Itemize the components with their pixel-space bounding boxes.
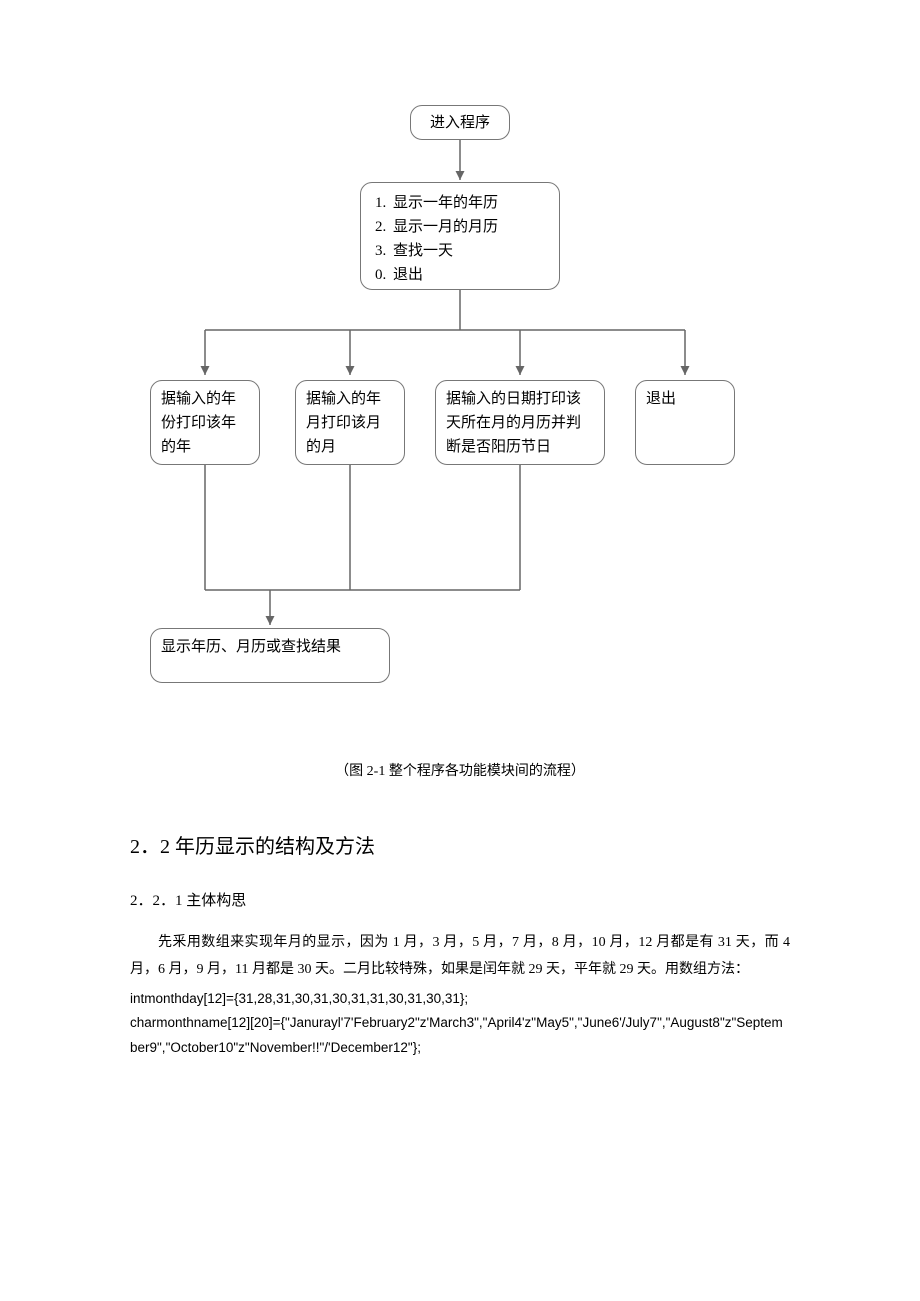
flow-node-branch1-label: 据输入的年份打印该年的年: [161, 391, 236, 455]
flow-node-branch4-label: 退出: [646, 391, 676, 407]
flow-node-branch2: 据输入的年月打印该月的月: [295, 380, 405, 465]
flow-node-menu: 1.显示一年的年历 2.显示一月的月历 3.查找一天 0.退出: [360, 182, 560, 290]
flow-node-end-label: 显示年历、月历或查找结果: [161, 635, 341, 659]
figure-caption: （图 2-1 整个程序各功能模块间的流程）: [130, 760, 790, 780]
flow-node-start-label: 进入程序: [430, 111, 490, 135]
flow-menu-item: 0.退出: [375, 263, 545, 287]
flow-node-end: 显示年历、月历或查找结果: [150, 628, 390, 683]
flow-menu-item: 2.显示一月的月历: [375, 215, 545, 239]
subsection-heading: 2．2．1 主体构思: [130, 889, 790, 910]
flow-node-branch2-label: 据输入的年月打印该月的月: [306, 391, 381, 455]
flow-node-branch1: 据输入的年份打印该年的年: [150, 380, 260, 465]
code-line: charmonthname[12][20]={"Janurayl'7'Febru…: [130, 1011, 790, 1060]
flow-node-branch3-label: 据输入的日期打印该天所在月的月历并判断是否阳历节日: [446, 391, 581, 455]
code-line: intmonthday[12]={31,28,31,30,31,30,31,31…: [130, 987, 790, 1011]
flowchart: 进入程序 1.显示一年的年历 2.显示一月的月历 3.查找一天 0.退出 据输入…: [130, 100, 790, 720]
document-page: 进入程序 1.显示一年的年历 2.显示一月的月历 3.查找一天 0.退出 据输入…: [0, 0, 920, 1140]
flow-node-branch3: 据输入的日期打印该天所在月的月历并判断是否阳历节日: [435, 380, 605, 465]
flow-menu-item: 3.查找一天: [375, 239, 545, 263]
section-heading: 2．2 年历显示的结构及方法: [130, 830, 790, 859]
paragraph: 先釆用数组来实现年月的显示，因为 1 月，3 月，5 月，7 月，8 月，10 …: [130, 930, 790, 983]
flow-menu-list: 1.显示一年的年历 2.显示一月的月历 3.查找一天 0.退出: [375, 191, 545, 287]
flow-menu-item: 1.显示一年的年历: [375, 191, 545, 215]
flow-node-start: 进入程序: [410, 105, 510, 140]
flow-node-branch4: 退出: [635, 380, 735, 465]
